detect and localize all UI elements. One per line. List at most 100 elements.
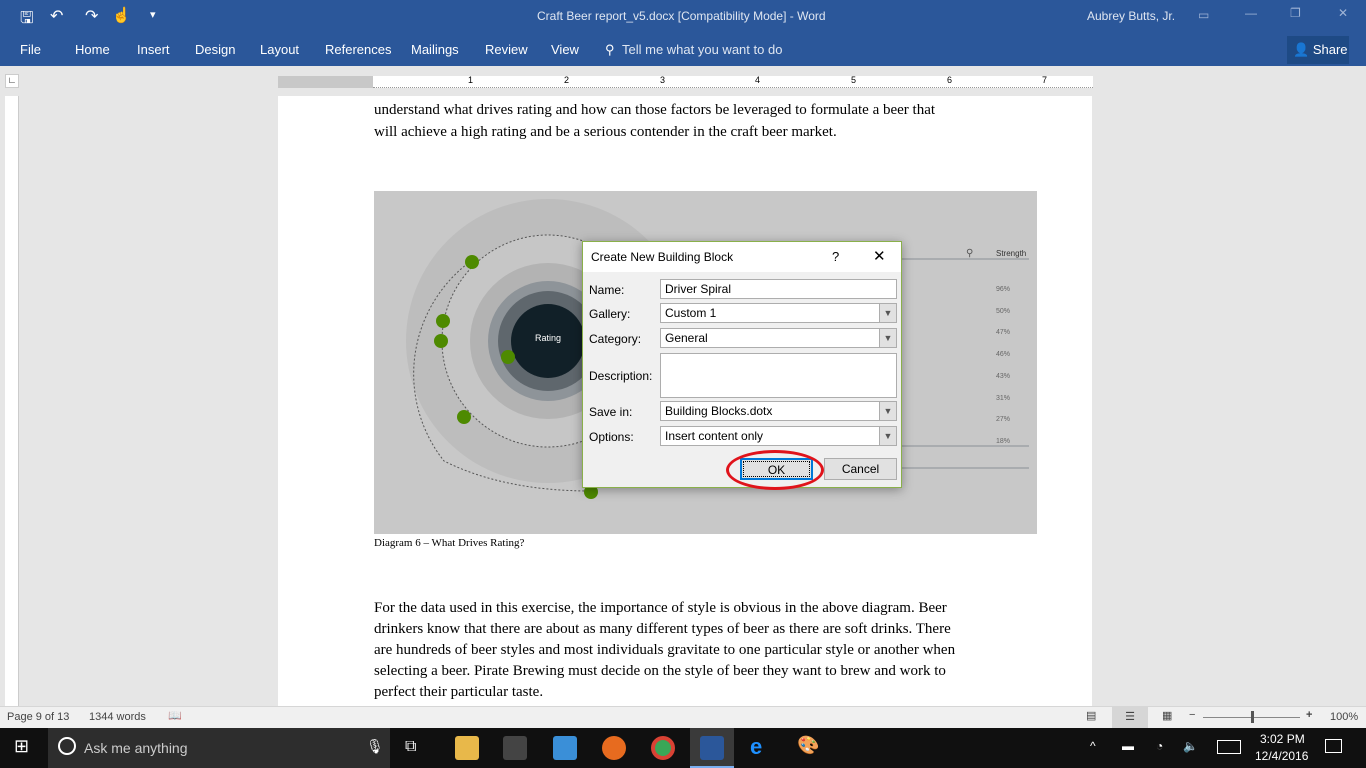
chevron-down-icon[interactable]: ▼ <box>879 427 896 445</box>
user-name[interactable]: Aubrey Butts, Jr. <box>1087 9 1175 23</box>
wifi-icon[interactable]: ◔ <box>1156 739 1163 753</box>
name-field[interactable]: Driver Spiral <box>660 279 897 299</box>
ruler-mark: 4 <box>755 75 761 85</box>
clock-time[interactable]: 3:02 PM <box>1260 732 1305 746</box>
undo-icon[interactable]: ↶ <box>50 6 63 26</box>
action-center-icon[interactable] <box>1325 739 1342 753</box>
ruler-body <box>373 76 1093 88</box>
ruler-mark: 1 <box>468 75 474 85</box>
file-explorer-icon[interactable] <box>455 736 479 760</box>
word-taskbar-button[interactable] <box>690 728 734 768</box>
gallery-label: Gallery: <box>589 307 631 321</box>
read-mode-icon[interactable]: ▤ <box>1086 709 1096 722</box>
ruler-mark: 2 <box>564 75 570 85</box>
minimize-icon[interactable]: — <box>1245 6 1257 20</box>
zoom-out-button[interactable]: − <box>1189 709 1195 721</box>
figure-caption: Diagram 6 – What Drives Rating? <box>374 537 525 549</box>
title-bar: 🖫 ↶ ↷ ☝ ▾ Craft Beer report_v5.docx [Com… <box>0 0 1366 34</box>
tab-design[interactable]: Design <box>195 42 235 57</box>
windows-start-icon[interactable]: ⊞ <box>14 736 29 757</box>
help-button[interactable]: ? <box>832 249 839 264</box>
customize-toolbar-icon[interactable]: ▾ <box>150 8 156 21</box>
strength-value: 47% <box>996 329 1011 337</box>
body-line: For the data used in this exercise, the … <box>374 600 947 616</box>
web-layout-icon[interactable]: ▦ <box>1162 709 1172 722</box>
clock-date[interactable]: 12/4/2016 <box>1255 749 1308 763</box>
tab-mailings[interactable]: Mailings <box>411 42 459 57</box>
cancel-button[interactable]: Cancel <box>824 458 897 480</box>
person-icon: 👤 <box>1293 42 1310 57</box>
volume-icon[interactable]: 🔈 <box>1183 739 1198 753</box>
category-label: Category: <box>589 332 642 346</box>
tab-file[interactable]: File <box>20 42 41 57</box>
chrome-icon[interactable] <box>651 736 675 760</box>
strength-values: 96% 50% 47% 46% 43% 31% 27% 18% <box>996 279 1010 453</box>
center-label: Rating <box>535 333 562 343</box>
description-field[interactable] <box>660 353 897 398</box>
redo-icon[interactable]: ↷ <box>85 6 98 26</box>
show-hidden-icons[interactable]: ^ <box>1090 739 1096 753</box>
word-icon <box>700 736 724 760</box>
vertical-ruler[interactable] <box>5 96 19 706</box>
close-icon[interactable]: ✕ <box>1338 6 1348 20</box>
chevron-down-icon[interactable]: ▼ <box>879 304 896 322</box>
touch-mode-icon[interactable]: ☝ <box>112 6 131 24</box>
store-icon[interactable] <box>503 736 527 760</box>
ruler-mark: 3 <box>660 75 666 85</box>
task-view-icon[interactable]: ⧉ <box>405 738 416 756</box>
ruler-margin <box>278 76 373 88</box>
horizontal-ruler[interactable]: ∟ 1 2 3 4 5 6 7 <box>0 66 1366 96</box>
page-count[interactable]: Page 9 of 13 <box>7 711 69 723</box>
firefox-icon[interactable] <box>602 736 626 760</box>
save-icon[interactable]: 🖫 <box>20 7 34 34</box>
category-select[interactable]: General ▼ <box>660 328 897 348</box>
dialog-close-icon[interactable]: ✕ <box>873 247 886 265</box>
paint-icon[interactable]: 🎨 <box>797 735 819 756</box>
status-bar: Page 9 of 13 1344 words 📖 ▤ ☰ ▦ − + 100% <box>0 706 1366 728</box>
lightbulb-icon: ⚲ <box>605 42 615 57</box>
gallery-value: Custom 1 <box>665 306 717 320</box>
body-line: understand what drives rating and how ca… <box>374 102 936 118</box>
gallery-select[interactable]: Custom 1 ▼ <box>660 303 897 323</box>
microphone-icon[interactable]: 🎙 <box>366 738 384 755</box>
chevron-down-icon[interactable]: ▼ <box>879 402 896 420</box>
tell-me-box[interactable]: Tell me what you want to do <box>622 42 782 57</box>
tab-insert[interactable]: Insert <box>137 42 170 57</box>
chevron-down-icon[interactable]: ▼ <box>879 329 896 347</box>
battery-icon[interactable]: ▬ <box>1122 739 1134 753</box>
search-icon: ⚲ <box>966 248 974 259</box>
zoom-in-button[interactable]: + <box>1306 709 1312 721</box>
print-layout-icon[interactable]: ☰ <box>1112 707 1148 728</box>
tab-view[interactable]: View <box>551 42 579 57</box>
proofing-icon[interactable]: 📖 <box>168 709 182 722</box>
dialog-titlebar: Create New Building Block ? ✕ <box>583 242 901 272</box>
save-in-select[interactable]: Building Blocks.dotx ▼ <box>660 401 897 421</box>
strength-value: 43% <box>996 372 1011 380</box>
strength-header: Strength <box>996 249 1027 258</box>
zoom-slider-thumb[interactable] <box>1251 711 1254 723</box>
zoom-level[interactable]: 100% <box>1330 711 1358 723</box>
edge-icon[interactable]: e <box>750 734 762 760</box>
search-box[interactable]: Ask me anything 🎙 <box>48 728 390 768</box>
mail-icon[interactable] <box>553 736 577 760</box>
body-line: perfect their particular taste. <box>374 684 544 700</box>
ribbon-tabs: File Home Insert Design Layout Reference… <box>0 34 1366 66</box>
tab-selector-icon[interactable]: ∟ <box>5 74 19 88</box>
tab-home[interactable]: Home <box>75 42 110 57</box>
word-count[interactable]: 1344 words <box>89 711 146 723</box>
options-label: Options: <box>589 430 634 444</box>
restore-icon[interactable]: ❐ <box>1290 6 1301 20</box>
body-line: drinkers know that there are about as ma… <box>374 621 951 637</box>
search-placeholder: Ask me anything <box>84 740 188 756</box>
body-line: selecting a beer. Pirate Brewing must de… <box>374 663 946 679</box>
share-button[interactable]: 👤 Share <box>1287 36 1349 64</box>
ribbon-display-icon[interactable]: ▭ <box>1198 8 1209 22</box>
options-select[interactable]: Insert content only ▼ <box>660 426 897 446</box>
name-label: Name: <box>589 283 625 297</box>
taskbar: ⊞ Ask me anything 🎙 ⧉ e 🎨 ^ ▬ ◔ 🔈 3:02 P… <box>0 728 1366 768</box>
keyboard-icon[interactable] <box>1217 740 1241 754</box>
tab-layout[interactable]: Layout <box>260 42 299 57</box>
tab-review[interactable]: Review <box>485 42 528 57</box>
tab-references[interactable]: References <box>325 42 391 57</box>
dialog-title: Create New Building Block <box>591 250 734 264</box>
